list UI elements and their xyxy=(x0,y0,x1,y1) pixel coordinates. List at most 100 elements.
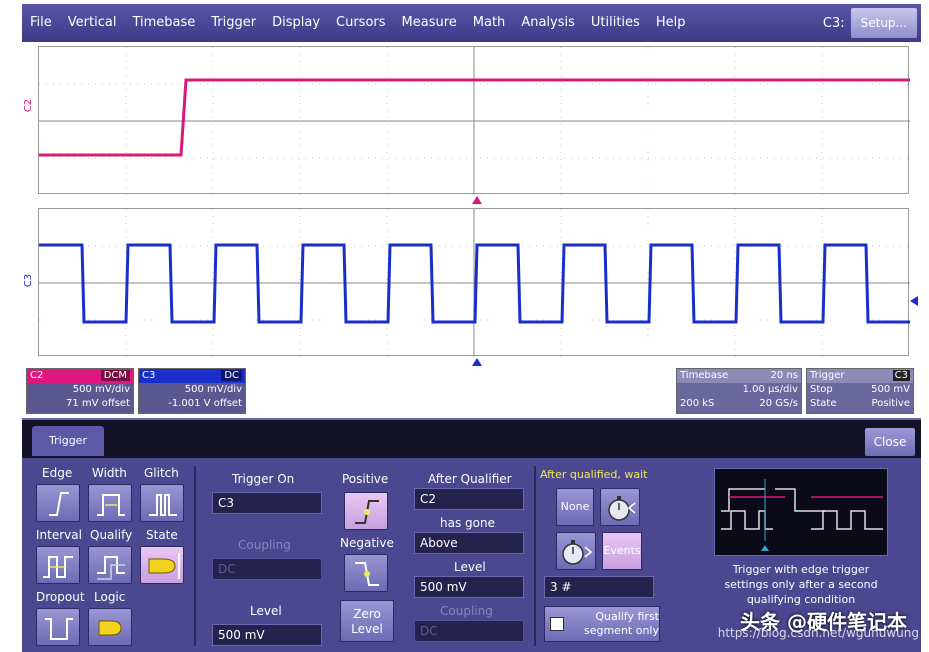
c3-trigger-marker-icon xyxy=(472,358,482,366)
wait-label: After qualified, wait xyxy=(540,468,648,481)
c2-waveform-grid[interactable] xyxy=(38,46,910,195)
c2-vdiv: 500 mV/div xyxy=(72,384,130,395)
qualifier-level-input[interactable]: 500 mV xyxy=(414,576,524,598)
trigger-descriptor-box[interactable]: Trigger C3 Stop 500 mV State Positive xyxy=(806,368,914,414)
falling-edge-icon xyxy=(355,562,379,586)
trigger-desc-header: Trigger C3 xyxy=(807,369,913,383)
c3-trace-label: C3 xyxy=(23,273,35,288)
type-glitch-label: Glitch xyxy=(144,466,179,480)
panel-divider-1 xyxy=(194,466,196,646)
events-count-input[interactable]: 3 # xyxy=(544,576,654,598)
wait-events-button[interactable]: Events xyxy=(602,532,642,570)
width-icon xyxy=(97,494,125,516)
trigger-help-text: Trigger with edge trigger settings only … xyxy=(724,563,878,606)
positive-slope-button[interactable] xyxy=(344,492,388,530)
menu-measure[interactable]: Measure xyxy=(394,4,465,42)
glitch-icon xyxy=(149,494,177,516)
state-trigger-button[interactable] xyxy=(140,546,184,584)
timebase-rate-div: 1.00 µs/div xyxy=(742,384,798,395)
level-input[interactable]: 500 mV xyxy=(212,624,322,646)
c3-coupling-badge: DC xyxy=(221,370,242,381)
interval-icon xyxy=(43,556,73,578)
stopwatch-icon xyxy=(608,496,636,521)
state-icon xyxy=(148,553,180,579)
dropout-trigger-button[interactable] xyxy=(36,608,80,646)
tab-trigger[interactable]: Trigger xyxy=(32,426,104,456)
after-qualifier-select[interactable]: C2 xyxy=(414,488,524,510)
wait-none-button[interactable]: None xyxy=(556,488,594,526)
trigger-preview-diagram xyxy=(721,479,883,551)
positive-label: Positive xyxy=(342,472,389,486)
width-trigger-button[interactable] xyxy=(88,484,132,522)
close-button[interactable]: Close xyxy=(865,428,915,456)
c3-descriptor-box[interactable]: C3 DC 500 mV/div -1.001 V offset xyxy=(138,368,246,414)
menu-vertical[interactable]: Vertical xyxy=(60,4,125,42)
edge-icon xyxy=(49,492,69,516)
setup-button[interactable]: Setup... xyxy=(850,8,917,38)
qualify-first-segment-toggle[interactable]: Qualify first segment only xyxy=(544,606,660,642)
c3-descriptor-name: C3 xyxy=(142,370,156,381)
menu-analysis[interactable]: Analysis xyxy=(513,4,583,42)
trigger-desc-level: 500 mV xyxy=(871,384,910,395)
type-state-label: State xyxy=(146,528,178,542)
type-logic-label: Logic xyxy=(94,590,126,604)
panel-divider-2 xyxy=(534,466,536,646)
timebase-descriptor-box[interactable]: Timebase 20 ns 1.00 µs/div 200 kS 20 GS/… xyxy=(676,368,802,414)
edge-trigger-button[interactable] xyxy=(36,484,80,522)
dropout-icon xyxy=(45,618,73,640)
timebase-sample-row: 200 kS 20 GS/s xyxy=(677,397,801,411)
coupling-select[interactable]: DC xyxy=(212,558,322,580)
menu-utilities[interactable]: Utilities xyxy=(583,4,648,42)
menu-display[interactable]: Display xyxy=(264,4,328,42)
qualifier-coupling-label: Coupling xyxy=(440,604,493,618)
coupling-label: Coupling xyxy=(238,538,291,552)
menu-timebase[interactable]: Timebase xyxy=(124,4,203,42)
c2-descriptor-header: C2 DCM xyxy=(27,369,133,383)
wait-time-greater-button[interactable] xyxy=(556,532,596,570)
c2-trace-label: C2 xyxy=(23,98,35,113)
wait-time-button[interactable] xyxy=(600,488,640,526)
trigger-on-label: Trigger On xyxy=(232,472,295,486)
trigger-preview-panel xyxy=(714,468,888,556)
qualifier-level-label: Level xyxy=(454,560,486,574)
trigger-desc-mode: Stop xyxy=(810,384,833,395)
logic-gate-icon xyxy=(98,620,122,636)
zero-level-button[interactable]: Zero Level xyxy=(340,600,394,642)
timebase-title: Timebase xyxy=(680,370,729,381)
c2-trigger-marker-icon xyxy=(472,196,482,204)
qualify-first-checkbox[interactable] xyxy=(550,617,564,631)
menu-cursors[interactable]: Cursors xyxy=(328,4,394,42)
menu-help[interactable]: Help xyxy=(648,4,694,42)
c2-offset: 71 mV offset xyxy=(66,398,130,409)
c3-vdiv: 500 mV/div xyxy=(184,384,242,395)
timebase-delay: 20 ns xyxy=(770,370,798,381)
timebase-sample-rate: 20 GS/s xyxy=(759,398,798,409)
negative-slope-button[interactable] xyxy=(344,554,388,592)
interval-trigger-button[interactable] xyxy=(36,546,80,584)
qualifier-coupling-select[interactable]: DC xyxy=(414,620,524,642)
c2-descriptor-box[interactable]: C2 DCM 500 mV/div 71 mV offset xyxy=(26,368,134,414)
type-edge-label: Edge xyxy=(42,466,73,480)
c3-level-marker-icon xyxy=(910,296,918,306)
glitch-trigger-button[interactable] xyxy=(140,484,184,522)
type-qualify-label: Qualify xyxy=(90,528,133,542)
logic-trigger-button[interactable] xyxy=(88,608,132,646)
c2-waveform-svg xyxy=(39,47,910,195)
trigger-on-select[interactable]: C3 xyxy=(212,492,322,514)
trigger-desc-badge: C3 xyxy=(892,370,910,381)
timebase-samples: 200 kS xyxy=(680,398,715,409)
c3-waveform-grid[interactable] xyxy=(38,208,910,357)
menu-file[interactable]: File xyxy=(22,4,60,42)
trigger-desc-slope: Positive xyxy=(871,398,910,409)
menu-math[interactable]: Math xyxy=(465,4,514,42)
type-interval-label: Interval xyxy=(36,528,82,542)
qualify-trigger-button[interactable] xyxy=(88,546,132,584)
has-gone-select[interactable]: Above xyxy=(414,532,524,554)
c3-waveform-svg xyxy=(39,209,910,357)
watermark-url: https://blog.csdn.net/wgunuwung xyxy=(717,626,919,640)
dialog-tab-strip xyxy=(22,420,921,458)
qualify-first-label: Qualify first segment only xyxy=(583,610,659,637)
menu-trigger[interactable]: Trigger xyxy=(203,4,264,42)
has-gone-label: has gone xyxy=(440,516,495,530)
menu-bar: File Vertical Timebase Trigger Display C… xyxy=(22,4,921,42)
